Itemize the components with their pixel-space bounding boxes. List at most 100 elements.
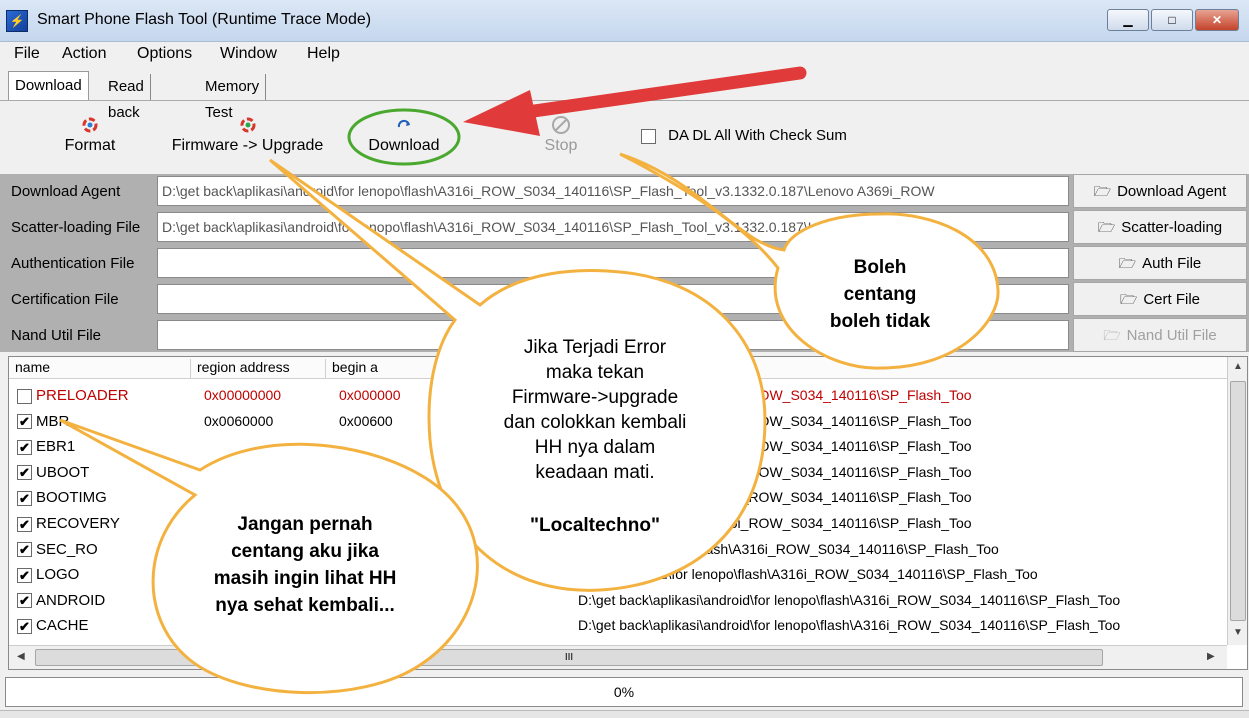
scroll-right-icon[interactable]: ▶ [1207, 651, 1215, 662]
vertical-scrollbar[interactable]: ▲ ▼ [1227, 357, 1247, 645]
folder-icon: 🗁 [1118, 255, 1137, 271]
partition-name-text: MBR [36, 412, 70, 430]
app-icon: ⚡ [6, 10, 28, 32]
menu-action[interactable]: Action [62, 45, 106, 63]
format-button[interactable]: Format [60, 117, 120, 155]
table-row[interactable]: ✔ UBOOT roid\for lenopo\flash\A316i_ROW_S0… [9, 460, 1227, 486]
horizontal-scroll-thumb[interactable]: III [35, 649, 1103, 666]
cert-label: Certification File [11, 291, 119, 308]
table-header: name region address begin a [9, 357, 1227, 379]
download-button[interactable]: Download [364, 117, 444, 155]
partition-checkbox[interactable]: ✔ [17, 542, 32, 558]
horizontal-scrollbar[interactable]: ◀ III ▶ [9, 645, 1227, 669]
partition-name: ✔ RECOVERY [17, 515, 120, 532]
download-icon [397, 119, 410, 128]
firmware-upgrade-button[interactable]: Firmware -> Upgrade [170, 117, 325, 155]
partition-name: ✔ EBR1 [17, 438, 75, 455]
partition-name: ✔ SEC_RO [17, 541, 98, 558]
menu-bar: File Action Options Window Help [0, 42, 1249, 68]
cert-file-button[interactable]: 🗁 Cert File [1073, 282, 1247, 316]
scroll-down-icon[interactable]: ▼ [1233, 627, 1243, 638]
partition-checkbox[interactable]: ✔ [17, 618, 32, 634]
begin-address: 042 [339, 566, 363, 583]
cert-field[interactable] [157, 284, 1069, 314]
menu-file[interactable]: File [14, 45, 40, 63]
table-row[interactable]: ✔ EBR1 roid\for lenopo\flash\A316i_ROW_S03… [9, 434, 1227, 460]
cert-row: Certification File 🗁 Cert File [0, 282, 1249, 318]
partition-checkbox[interactable]: ✔ [17, 414, 32, 430]
file-location: roid\for lenopo\flash\A316i_ROW_S034_140… [578, 489, 972, 506]
menu-help[interactable]: Help [307, 45, 340, 63]
scroll-left-icon[interactable]: ◀ [17, 651, 25, 662]
file-location: D:\get back\aplikasi\android\for lenopo\… [578, 591, 1121, 608]
folder-icon: 🗁 [1093, 183, 1112, 199]
table-row[interactable]: PRELOADER 0x00000000 0x000000 roid\for leno… [9, 383, 1227, 409]
region-address: 0x0060000 [204, 412, 274, 429]
menu-window[interactable]: Window [220, 45, 277, 63]
table-row[interactable]: ✔ SEC_RO \android\for lenopo\flash\A316i_R… [9, 537, 1227, 563]
nand-util-button[interactable]: 🗁 Nand Util File [1073, 318, 1247, 352]
table-row[interactable]: ✔ BOOTIMG roid\for lenopo\flash\A316i_ROW_… [9, 485, 1227, 511]
table-row[interactable]: ✔ ANDROID x2A8A4023 D:\get back\aplikasi\an… [9, 588, 1227, 614]
partition-name: PRELOADER [17, 387, 129, 404]
maximize-button[interactable]: □ [1151, 9, 1193, 31]
table-row[interactable]: ✔ CACHE 0x2E15A0E7 D:\get back\aplikasi\and… [9, 613, 1227, 639]
title-bar: ⚡ Smart Phone Flash Tool (Runtime Trace … [0, 0, 1249, 42]
download-agent-button-label: Download Agent [1117, 183, 1227, 200]
begin-address: 0x000000 [339, 387, 401, 403]
checksum-label: DA DL All With Check Sum [668, 127, 847, 144]
column-header-name[interactable]: name [9, 359, 191, 379]
tab-read-back[interactable]: Read back [102, 74, 151, 121]
partition-checkbox[interactable]: ✔ [17, 567, 32, 583]
partition-checkbox[interactable]: ✔ [17, 593, 32, 609]
cert-file-button-label: Cert File [1143, 291, 1201, 308]
scatter-label: Scatter-loading File [11, 219, 141, 236]
scatter-loading-button-label: Scatter-loading [1121, 219, 1223, 236]
checksum-checkbox-box[interactable] [641, 128, 656, 144]
partition-checkbox[interactable]: ✔ [17, 465, 32, 481]
scatter-loading-button[interactable]: 🗁 Scatter-loading [1073, 210, 1247, 244]
progress-bar: 0% [5, 677, 1243, 707]
nand-row: Nand Util File 🗁 Nand Util File [0, 318, 1249, 354]
file-location: plikasi\android\for lenopo\flash\A316i_R… [578, 566, 1038, 583]
auth-file-button[interactable]: 🗁 Auth File [1073, 246, 1247, 280]
table-row[interactable]: ✔ LOGO 042 plikasi\android\for lenopo\flash… [9, 562, 1227, 588]
folder-icon: 🗁 [1103, 327, 1121, 343]
scroll-up-icon[interactable]: ▲ [1233, 361, 1243, 372]
download-agent-button[interactable]: 🗁 Download Agent [1073, 174, 1247, 208]
folder-icon: 🗁 [1119, 291, 1138, 307]
partition-name: ✔ ANDROID [17, 592, 105, 609]
tab-download[interactable]: Download [8, 71, 89, 101]
menu-options[interactable]: Options [137, 45, 192, 63]
partition-checkbox[interactable]: ✔ [17, 439, 32, 455]
download-agent-field[interactable]: D:\get back\aplikasi\android\for lenopo\… [157, 176, 1069, 206]
begin-address: 0x2E15A0E7 [339, 617, 421, 634]
partition-checkbox[interactable] [17, 388, 32, 404]
file-location: roid\for lenopo\flash\A316i_ROW_S034_140… [578, 412, 972, 429]
auth-row: Authentication File 🗁 Auth File [0, 246, 1249, 282]
partition-name: ✔ UBOOT [17, 464, 89, 481]
stop-button[interactable]: Stop [538, 115, 584, 155]
nand-field[interactable] [157, 320, 1069, 350]
stop-icon [552, 116, 570, 134]
column-header-begin[interactable]: begin a [326, 359, 566, 379]
partition-checkbox[interactable]: ✔ [17, 490, 32, 506]
file-location: roid\for lenopo\flash\A316i_ROW_S034_140… [578, 438, 972, 455]
checksum-checkbox[interactable]: DA DL All With Check Sum [641, 127, 847, 144]
begin-address: x2A8A4023 [339, 591, 412, 608]
firmware-upgrade-icon [240, 117, 255, 133]
table-row[interactable]: ✔ RECOVERY roid\for lenopo\flash\A316i_ROW… [9, 511, 1227, 537]
vertical-scroll-thumb[interactable] [1230, 381, 1246, 621]
minimize-button[interactable]: ▁ [1107, 9, 1149, 31]
partition-name-text: SEC_RO [36, 540, 98, 558]
column-header-region[interactable]: region address [191, 359, 326, 379]
progress-text: 0% [613, 684, 635, 700]
close-button[interactable]: ✕ [1195, 9, 1239, 31]
tab-memory-test[interactable]: Memory Test [199, 74, 267, 121]
table-row[interactable]: ✔ MBR 0x0060000 0x00600 roid\for lenopo\flas… [9, 409, 1227, 435]
scatter-field[interactable]: D:\get back\aplikasi\android\for lenopo\… [157, 212, 1069, 242]
partition-name-text: PRELOADER [36, 387, 129, 404]
auth-field[interactable] [157, 248, 1069, 278]
partition-checkbox[interactable]: ✔ [17, 516, 32, 532]
file-location: roid\for lenopo\flash\A316i_ROW_S034_140… [578, 515, 972, 531]
